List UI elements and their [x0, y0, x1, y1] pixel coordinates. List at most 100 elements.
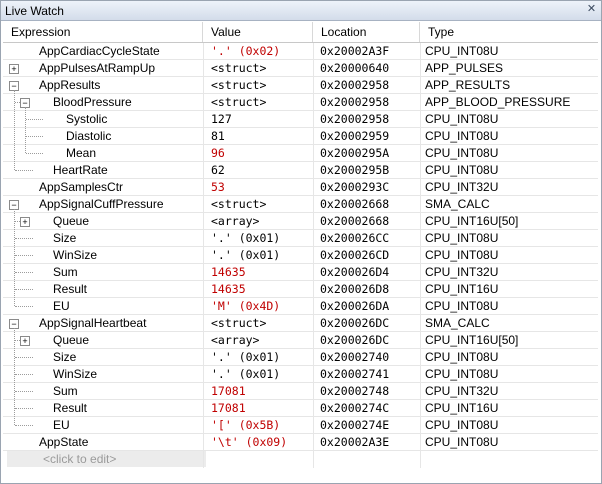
value-cell[interactable]: 53: [211, 179, 225, 196]
column-divider: [420, 43, 421, 468]
location-cell: 0x200026DA: [320, 299, 390, 313]
click-to-edit-row[interactable]: <click to edit>: [7, 451, 206, 467]
type-cell: CPU_INT32U: [425, 265, 499, 279]
location-cell: 0x20002740: [320, 350, 390, 364]
watch-row[interactable]: + Queue <array> 0x20002668 CPU_INT16U[50]: [3, 213, 598, 230]
value-cell[interactable]: 96: [211, 145, 225, 162]
watch-row[interactable]: WinSize '.' (0x01) 0x200026CD CPU_INT08U: [3, 247, 598, 264]
value-cell[interactable]: <array>: [211, 332, 259, 349]
watch-row[interactable]: WinSize '.' (0x01) 0x20002741 CPU_INT08U: [3, 366, 598, 383]
tree-guide-line: [15, 374, 33, 375]
value-cell[interactable]: '.' (0x01): [211, 247, 280, 264]
location-cell: 0x20002668: [320, 214, 390, 228]
location-cell: 0x20002A3E: [320, 435, 390, 449]
watch-row[interactable]: Sum 17081 0x20002748 CPU_INT32U: [3, 383, 598, 400]
value-cell[interactable]: <struct>: [211, 77, 266, 94]
type-cell: CPU_INT08U: [425, 350, 499, 364]
tree-guide-line: [15, 238, 33, 239]
value-cell[interactable]: '.' (0x01): [211, 230, 280, 247]
tree-guide-line: [15, 102, 20, 103]
type-cell: CPU_INT08U: [425, 129, 499, 143]
watch-row[interactable]: Sum 14635 0x200026D4 CPU_INT32U: [3, 264, 598, 281]
column-header-value[interactable]: Value: [203, 22, 313, 42]
window-title: Live Watch: [5, 4, 64, 18]
tree-guide-line: [14, 209, 15, 306]
close-icon[interactable]: ✕: [586, 4, 597, 15]
watch-list: AppCardiacCycleState '.' (0x02) 0x20002A3F…: [3, 43, 598, 468]
location-cell: 0x2000295A: [320, 146, 390, 160]
expression-cell: AppSignalHeartbeat: [39, 316, 147, 330]
tree-guide-line: [26, 136, 43, 137]
value-cell[interactable]: '\t' (0x09): [211, 434, 287, 451]
watch-row[interactable]: HeartRate 62 0x2000295B CPU_INT08U: [3, 162, 598, 179]
column-header-type[interactable]: Type: [420, 22, 598, 42]
watch-row[interactable]: AppCardiacCycleState '.' (0x02) 0x20002A3F…: [3, 43, 598, 60]
expression-cell: AppState: [39, 435, 89, 449]
tree-guide-line: [15, 357, 33, 358]
type-cell: CPU_INT08U: [425, 231, 499, 245]
expression-cell: AppPulsesAtRampUp: [39, 61, 156, 75]
watch-row[interactable]: AppState '\t' (0x09) 0x20002A3E CPU_INT08U: [3, 434, 598, 451]
location-cell: 0x20002958: [320, 78, 390, 92]
tree-guide-line: [15, 170, 33, 171]
value-cell[interactable]: 17081: [211, 383, 246, 400]
column-header-expression[interactable]: Expression: [3, 22, 203, 42]
watch-row[interactable]: − BloodPressure <struct> 0x20002958 APP_BLOO…: [3, 94, 598, 111]
value-cell[interactable]: '.' (0x01): [211, 349, 280, 366]
watch-row[interactable]: EU 'M' (0x4D) 0x200026DA CPU_INT08U: [3, 298, 598, 315]
type-cell: CPU_INT08U: [425, 44, 499, 58]
tree-guide-line: [15, 391, 33, 392]
watch-row[interactable]: Result 14635 0x200026D8 CPU_INT16U: [3, 281, 598, 298]
watch-row[interactable]: − AppSignalHeartbeat <struct> 0x200026DC SMA…: [3, 315, 598, 332]
type-cell: CPU_INT32U: [425, 180, 499, 194]
type-cell: CPU_INT08U: [425, 299, 499, 313]
value-cell[interactable]: 127: [211, 111, 232, 128]
location-cell: 0x20002741: [320, 367, 390, 381]
value-cell[interactable]: '[' (0x5B): [211, 417, 280, 434]
watch-row[interactable]: Result 17081 0x2000274C CPU_INT16U: [3, 400, 598, 417]
type-cell: CPU_INT08U: [425, 163, 499, 177]
watch-row[interactable]: EU '[' (0x5B) 0x2000274E CPU_INT08U: [3, 417, 598, 434]
location-cell: 0x2000293C: [320, 180, 390, 194]
value-cell[interactable]: 81: [211, 128, 225, 145]
value-cell[interactable]: 14635: [211, 264, 246, 281]
value-cell[interactable]: 17081: [211, 400, 246, 417]
watch-row[interactable]: Mean 96 0x2000295A CPU_INT08U: [3, 145, 598, 162]
watch-row[interactable]: − AppSignalCuffPressure <struct> 0x20002668…: [3, 196, 598, 213]
title-bar: Live Watch ✕: [1, 1, 601, 21]
location-cell: 0x20002668: [320, 197, 390, 211]
location-cell: 0x200026CC: [320, 231, 390, 245]
type-cell: APP_PULSES: [425, 61, 504, 75]
watch-row[interactable]: + AppPulsesAtRampUp <struct> 0x20000640 APP_…: [3, 60, 598, 77]
location-cell: 0x2000274C: [320, 401, 390, 415]
value-cell[interactable]: '.' (0x02): [211, 43, 280, 60]
watch-row[interactable]: Systolic 127 0x20002958 CPU_INT08U: [3, 111, 598, 128]
watch-row[interactable]: Diastolic 81 0x20002959 CPU_INT08U: [3, 128, 598, 145]
expression-cell: AppResults: [39, 78, 101, 92]
value-cell[interactable]: <struct>: [211, 60, 266, 77]
watch-row[interactable]: AppSamplesCtr 53 0x2000293C CPU_INT32U: [3, 179, 598, 196]
type-cell: APP_BLOOD_PRESSURE: [425, 95, 571, 109]
tree-guide-line: [15, 425, 33, 426]
expression-cell: AppSamplesCtr: [39, 180, 124, 194]
tree-guide-line: [15, 289, 33, 290]
watch-row[interactable]: Size '.' (0x01) 0x200026CC CPU_INT08U: [3, 230, 598, 247]
value-cell[interactable]: <struct>: [211, 315, 266, 332]
watch-row[interactable]: + Queue <array> 0x200026DC CPU_INT16U[50]: [3, 332, 598, 349]
column-header-location[interactable]: Location: [313, 22, 420, 42]
watch-row[interactable]: − AppResults <struct> 0x20002958 APP_RESULTS: [3, 77, 598, 94]
type-cell: SMA_CALC: [425, 316, 490, 330]
type-cell: CPU_INT08U: [425, 435, 499, 449]
watch-row[interactable]: Size '.' (0x01) 0x20002740 CPU_INT08U: [3, 349, 598, 366]
value-cell[interactable]: '.' (0x01): [211, 366, 280, 383]
value-cell[interactable]: <struct>: [211, 196, 266, 213]
value-cell[interactable]: 62: [211, 162, 225, 179]
value-cell[interactable]: <array>: [211, 213, 259, 230]
value-cell[interactable]: <struct>: [211, 94, 266, 111]
tree-guide-line: [26, 119, 43, 120]
value-cell[interactable]: 14635: [211, 281, 246, 298]
type-cell: CPU_INT08U: [425, 418, 499, 432]
expression-cell: AppSignalCuffPressure: [39, 197, 164, 211]
value-cell[interactable]: 'M' (0x4D): [211, 298, 280, 315]
tree-guide-line: [15, 340, 20, 341]
